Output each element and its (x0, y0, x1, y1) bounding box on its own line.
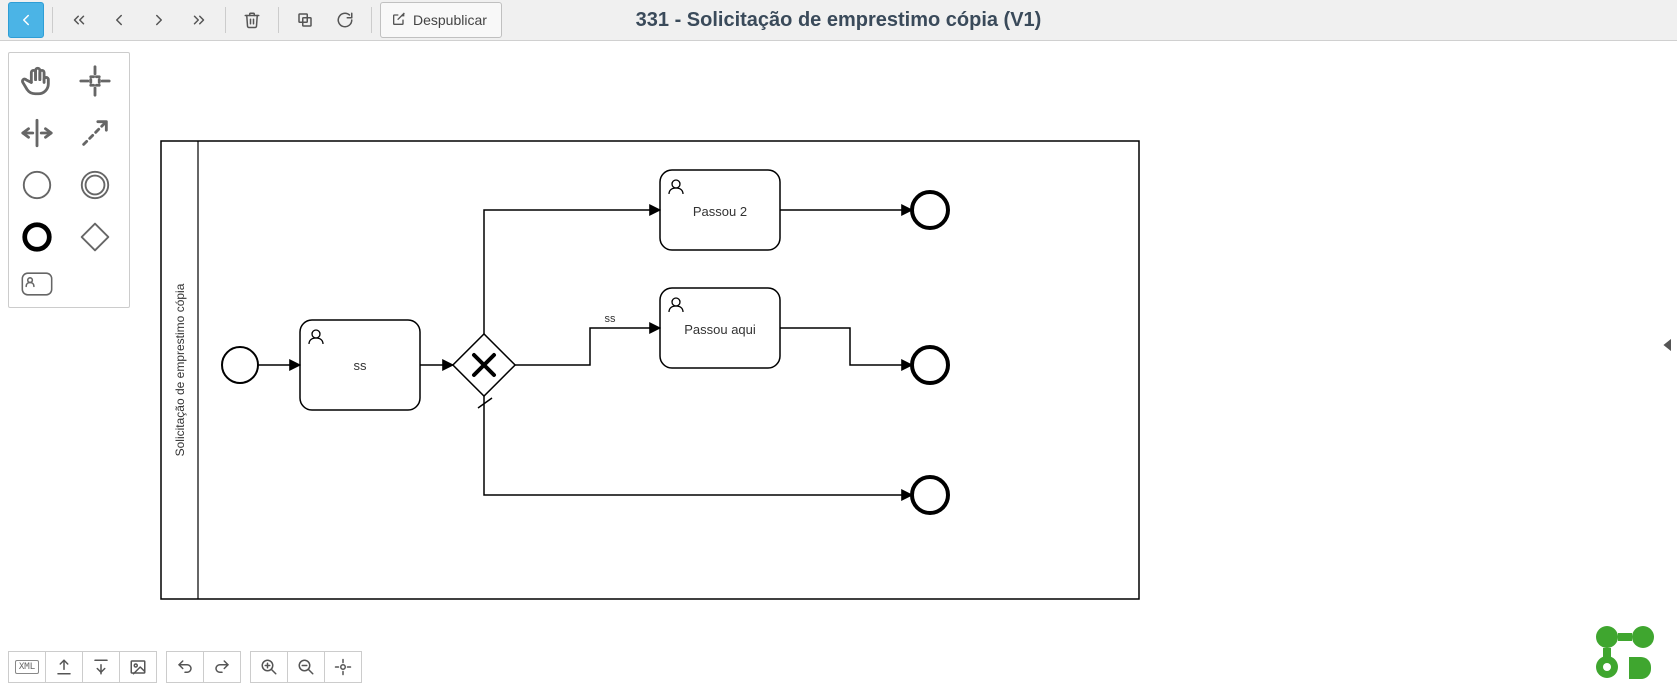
delete-button[interactable] (234, 2, 270, 38)
redo-button[interactable] (203, 651, 241, 683)
end-event-3[interactable] (912, 477, 948, 513)
end-event-1[interactable] (912, 192, 948, 228)
user-task-ss[interactable]: ss (300, 320, 420, 410)
next-button[interactable] (141, 2, 177, 38)
top-toolbar: Despublicar 331 - Solicitação de emprest… (0, 0, 1677, 41)
user-task-tool[interactable] (15, 267, 59, 301)
separator (371, 7, 372, 33)
user-task-passou-aqui[interactable]: Passou aqui (660, 288, 780, 368)
image-export-button[interactable] (119, 651, 157, 683)
app-logo (1589, 623, 1659, 679)
separator (52, 7, 53, 33)
page-title: 331 - Solicitação de emprestimo cópia (V… (636, 9, 1042, 32)
export-button[interactable] (45, 651, 83, 683)
pool-label: Solicitação de emprestimo cópia (173, 283, 187, 456)
last-button[interactable] (181, 2, 217, 38)
edge-label-ss: ss (605, 313, 617, 325)
bpmn-palette (8, 52, 130, 308)
gateway-tool[interactable] (73, 215, 117, 259)
start-event-tool[interactable] (15, 163, 59, 207)
zoom-in-button[interactable] (250, 651, 288, 683)
start-event[interactable] (222, 347, 258, 383)
end-event-tool[interactable] (15, 215, 59, 259)
separator (278, 7, 279, 33)
share-icon (391, 11, 407, 30)
separator (225, 7, 226, 33)
prev-button[interactable] (101, 2, 137, 38)
undo-button[interactable] (166, 651, 204, 683)
import-button[interactable] (82, 651, 120, 683)
xml-badge: XML (15, 660, 39, 674)
unpublish-label: Despublicar (413, 12, 487, 28)
space-tool[interactable] (15, 111, 59, 155)
refresh-button[interactable] (327, 2, 363, 38)
bpmn-canvas[interactable]: Solicitação de emprestimo cópia ss Passo… (160, 140, 1647, 629)
task-label: Passou 2 (693, 204, 747, 219)
hand-tool[interactable] (15, 59, 59, 103)
zoom-out-button[interactable] (287, 651, 325, 683)
unpublish-button[interactable]: Despublicar (380, 2, 502, 38)
bottom-toolbar: XML (8, 651, 362, 683)
connect-tool[interactable] (73, 111, 117, 155)
user-task-passou2[interactable]: Passou 2 (660, 170, 780, 250)
copy-button[interactable] (287, 2, 323, 38)
back-button[interactable] (8, 2, 44, 38)
intermediate-event-tool[interactable] (73, 163, 117, 207)
right-panel-toggle[interactable] (1659, 315, 1677, 375)
task-label: ss (354, 358, 368, 373)
first-button[interactable] (61, 2, 97, 38)
task-label: Passou aqui (684, 322, 756, 337)
download-xml-button[interactable]: XML (8, 651, 46, 683)
end-event-2[interactable] (912, 347, 948, 383)
lasso-tool[interactable] (73, 59, 117, 103)
zoom-fit-button[interactable] (324, 651, 362, 683)
